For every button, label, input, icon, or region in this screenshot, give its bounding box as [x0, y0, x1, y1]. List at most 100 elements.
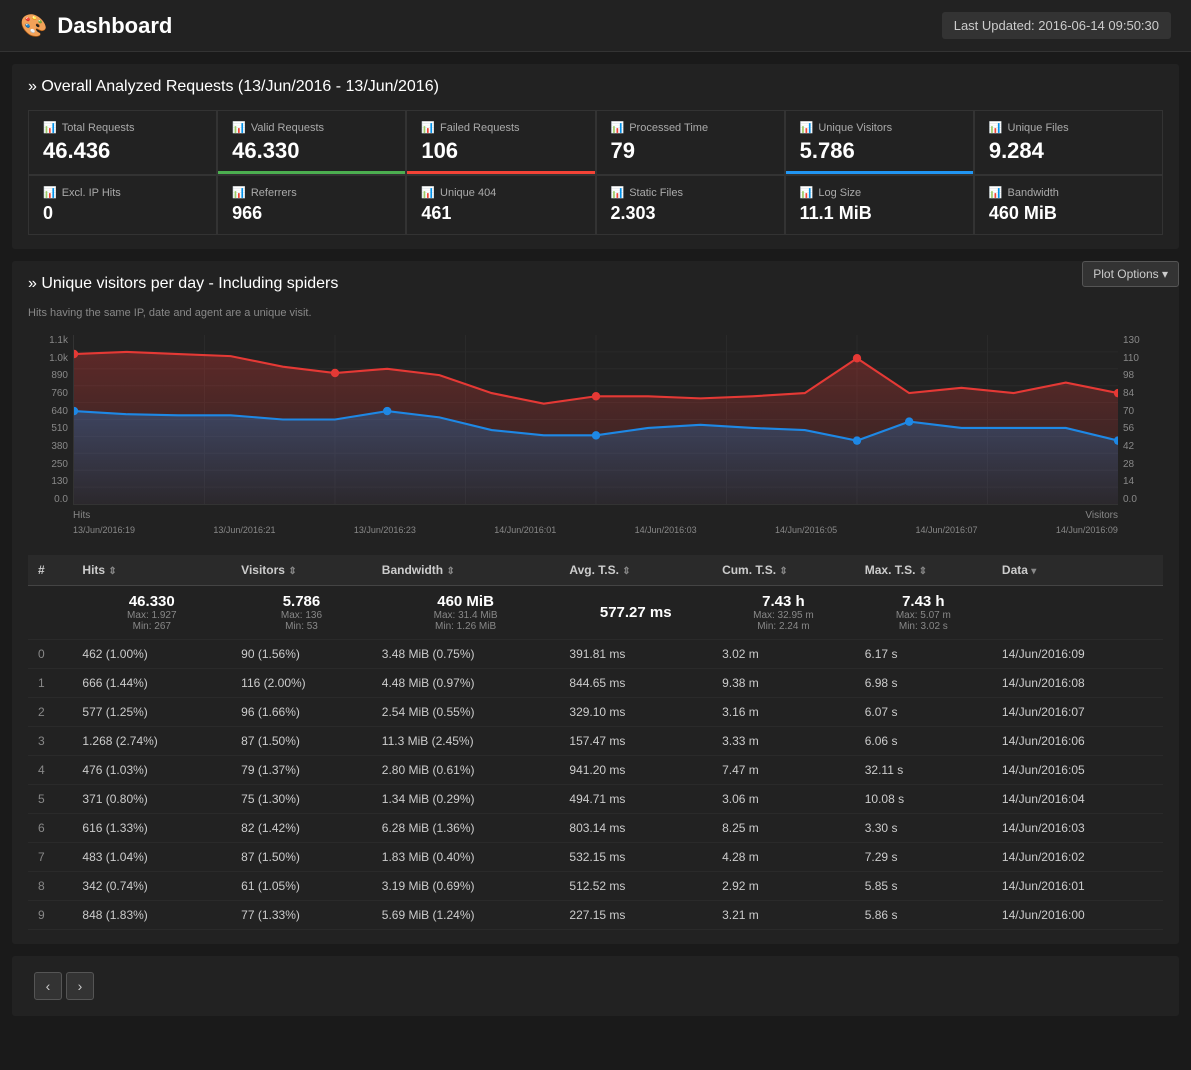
col-visitors[interactable]: Visitors ⇕: [231, 555, 372, 586]
unique-files-value: 9.284: [989, 138, 1148, 164]
stat-total-requests: 📊 Total Requests 46.436: [28, 110, 217, 175]
last-updated: Last Updated: 2016-06-14 09:50:30: [942, 12, 1171, 39]
data-table: # Hits ⇕ Visitors ⇕ Bandwidth ⇕ Avg. T.S…: [28, 555, 1163, 930]
total-requests-icon: 📊: [43, 121, 57, 134]
chart-container: 1.1k 1.0k 890 760 640 510 380 250 130 0.…: [28, 335, 1163, 535]
chart-axis-left-label: Hits: [73, 510, 90, 521]
log-size-icon: 📊: [800, 186, 814, 199]
summary-bandwidth-min: Min: 1.26 MiB: [382, 621, 550, 632]
summary-row: 46.330 Max: 1.927 Min: 267 5.786 Max: 13…: [28, 586, 1163, 640]
stat-bandwidth: 📊 Bandwidth 460 MiB: [974, 175, 1163, 235]
chart-y-labels-right: 130 110 98 84 70 56 42 28 14 0.0: [1118, 335, 1163, 505]
chart-y-labels-left: 1.1k 1.0k 890 760 640 510 380 250 130 0.…: [28, 335, 73, 505]
summary-avgt: 577.27 ms: [600, 604, 672, 621]
unique-visitors-value: 5.786: [800, 138, 959, 164]
table-row: 3 1.268 (2.74%) 87 (1.50%) 11.3 MiB (2.4…: [28, 727, 1163, 756]
chart-subtitle: Hits having the same IP, date and agent …: [28, 307, 338, 319]
summary-hits-max: Max: 1.927: [82, 610, 221, 621]
table-row: 4 476 (1.03%) 79 (1.37%) 2.80 MiB (0.61%…: [28, 756, 1163, 785]
plot-options-button[interactable]: Plot Options ▾: [1082, 261, 1179, 287]
static-files-label: Static Files: [629, 187, 683, 199]
failed-requests-value: 106: [421, 138, 580, 164]
static-files-icon: 📊: [611, 186, 625, 199]
prev-page-button[interactable]: ‹: [34, 972, 62, 1000]
total-requests-value: 46.436: [43, 138, 202, 164]
summary-maxt-min: Min: 3.02 s: [865, 621, 982, 632]
valid-requests-icon: 📊: [232, 121, 246, 134]
stat-static-files: 📊 Static Files 2.303: [596, 175, 785, 235]
next-page-button[interactable]: ›: [66, 972, 94, 1000]
summary-maxt: 7.43 h: [902, 593, 945, 610]
static-files-value: 2.303: [611, 203, 770, 224]
unique-files-label: Unique Files: [1008, 122, 1069, 134]
table-row: 9 848 (1.83%) 77 (1.33%) 5.69 MiB (1.24%…: [28, 901, 1163, 930]
table-row: 0 462 (1.00%) 90 (1.56%) 3.48 MiB (0.75%…: [28, 640, 1163, 669]
valid-requests-value: 46.330: [232, 138, 391, 164]
col-hits[interactable]: Hits ⇕: [72, 555, 231, 586]
summary-cumt-min: Min: 2.24 m: [722, 621, 845, 632]
unique-visitors-bar: [786, 171, 973, 174]
summary-cumt-max: Max: 32.95 m: [722, 610, 845, 621]
bandwidth-icon: 📊: [989, 186, 1003, 199]
failed-requests-bar: [407, 171, 594, 174]
referrers-icon: 📊: [232, 186, 246, 199]
referrers-label: Referrers: [251, 187, 297, 199]
stat-unique-files: 📊 Unique Files 9.284: [974, 110, 1163, 175]
col-bandwidth[interactable]: Bandwidth ⇕: [372, 555, 560, 586]
stat-referrers: 📊 Referrers 966: [217, 175, 406, 235]
bandwidth-value: 460 MiB: [989, 203, 1148, 224]
excl-ip-value: 0: [43, 203, 202, 224]
col-maxt[interactable]: Max. T.S. ⇕: [855, 555, 992, 586]
col-avgt[interactable]: Avg. T.S. ⇕: [559, 555, 712, 586]
stat-unique-visitors: 📊 Unique Visitors 5.786: [785, 110, 974, 175]
chart-axis-right-label: Visitors: [1085, 510, 1118, 521]
chart-title: » Unique visitors per day - Including sp…: [28, 275, 338, 293]
dashboard-icon: 🎨: [20, 13, 47, 39]
processed-time-value: 79: [611, 138, 770, 164]
table-header-row: # Hits ⇕ Visitors ⇕ Bandwidth ⇕ Avg. T.S…: [28, 555, 1163, 586]
table-row: 1 666 (1.44%) 116 (2.00%) 4.48 MiB (0.97…: [28, 669, 1163, 698]
table-row: 7 483 (1.04%) 87 (1.50%) 1.83 MiB (0.40%…: [28, 843, 1163, 872]
header: 🎨 Dashboard Last Updated: 2016-06-14 09:…: [0, 0, 1191, 52]
col-hash: #: [28, 555, 72, 586]
chart-section: » Unique visitors per day - Including sp…: [12, 261, 1179, 944]
chart-x-labels: 13/Jun/2016:19 13/Jun/2016:21 13/Jun/201…: [73, 525, 1118, 535]
excl-ip-icon: 📊: [43, 186, 57, 199]
bandwidth-label: Bandwidth: [1008, 187, 1059, 199]
stat-excl-ip-hits: 📊 Excl. IP Hits 0: [28, 175, 217, 235]
log-size-value: 11.1 MiB: [800, 203, 959, 224]
processed-time-label: Processed Time: [629, 122, 708, 134]
summary-hits: 46.330: [129, 593, 175, 610]
stats-grid: 📊 Total Requests 46.436 📊 Valid Requests…: [28, 110, 1163, 235]
app-title: Dashboard: [57, 13, 172, 39]
stats-section: » Overall Analyzed Requests (13/Jun/2016…: [12, 64, 1179, 249]
stats-section-title: » Overall Analyzed Requests (13/Jun/2016…: [28, 78, 1163, 96]
unique-visitors-label: Unique Visitors: [818, 122, 892, 134]
total-requests-label: Total Requests: [62, 122, 135, 134]
summary-visitors-max: Max: 136: [241, 610, 362, 621]
summary-maxt-max: Max: 5.07 m: [865, 610, 982, 621]
failed-requests-icon: 📊: [421, 121, 435, 134]
summary-visitors-min: Min: 53: [241, 621, 362, 632]
table-row: 6 616 (1.33%) 82 (1.42%) 6.28 MiB (1.36%…: [28, 814, 1163, 843]
unique-404-label: Unique 404: [440, 187, 496, 199]
failed-requests-label: Failed Requests: [440, 122, 520, 134]
excl-ip-label: Excl. IP Hits: [62, 187, 121, 199]
table-row: 5 371 (0.80%) 75 (1.30%) 1.34 MiB (0.29%…: [28, 785, 1163, 814]
summary-cumt: 7.43 h: [762, 593, 805, 610]
unique-404-icon: 📊: [421, 186, 435, 199]
summary-bandwidth-max: Max: 31.4 MiB: [382, 610, 550, 621]
pagination: ‹ ›: [22, 962, 1169, 1010]
unique-visitors-icon: 📊: [800, 121, 814, 134]
valid-requests-bar: [218, 171, 405, 174]
stat-unique-404: 📊 Unique 404 461: [406, 175, 595, 235]
col-cumt[interactable]: Cum. T.S. ⇕: [712, 555, 855, 586]
unique-files-icon: 📊: [989, 121, 1003, 134]
header-title: 🎨 Dashboard: [20, 13, 172, 39]
stat-log-size: 📊 Log Size 11.1 MiB: [785, 175, 974, 235]
pagination-section: ‹ ›: [12, 956, 1179, 1016]
unique-404-value: 461: [421, 203, 580, 224]
col-data[interactable]: Data ▾: [992, 555, 1163, 586]
table-row: 8 342 (0.74%) 61 (1.05%) 3.19 MiB (0.69%…: [28, 872, 1163, 901]
summary-visitors: 5.786: [283, 593, 321, 610]
